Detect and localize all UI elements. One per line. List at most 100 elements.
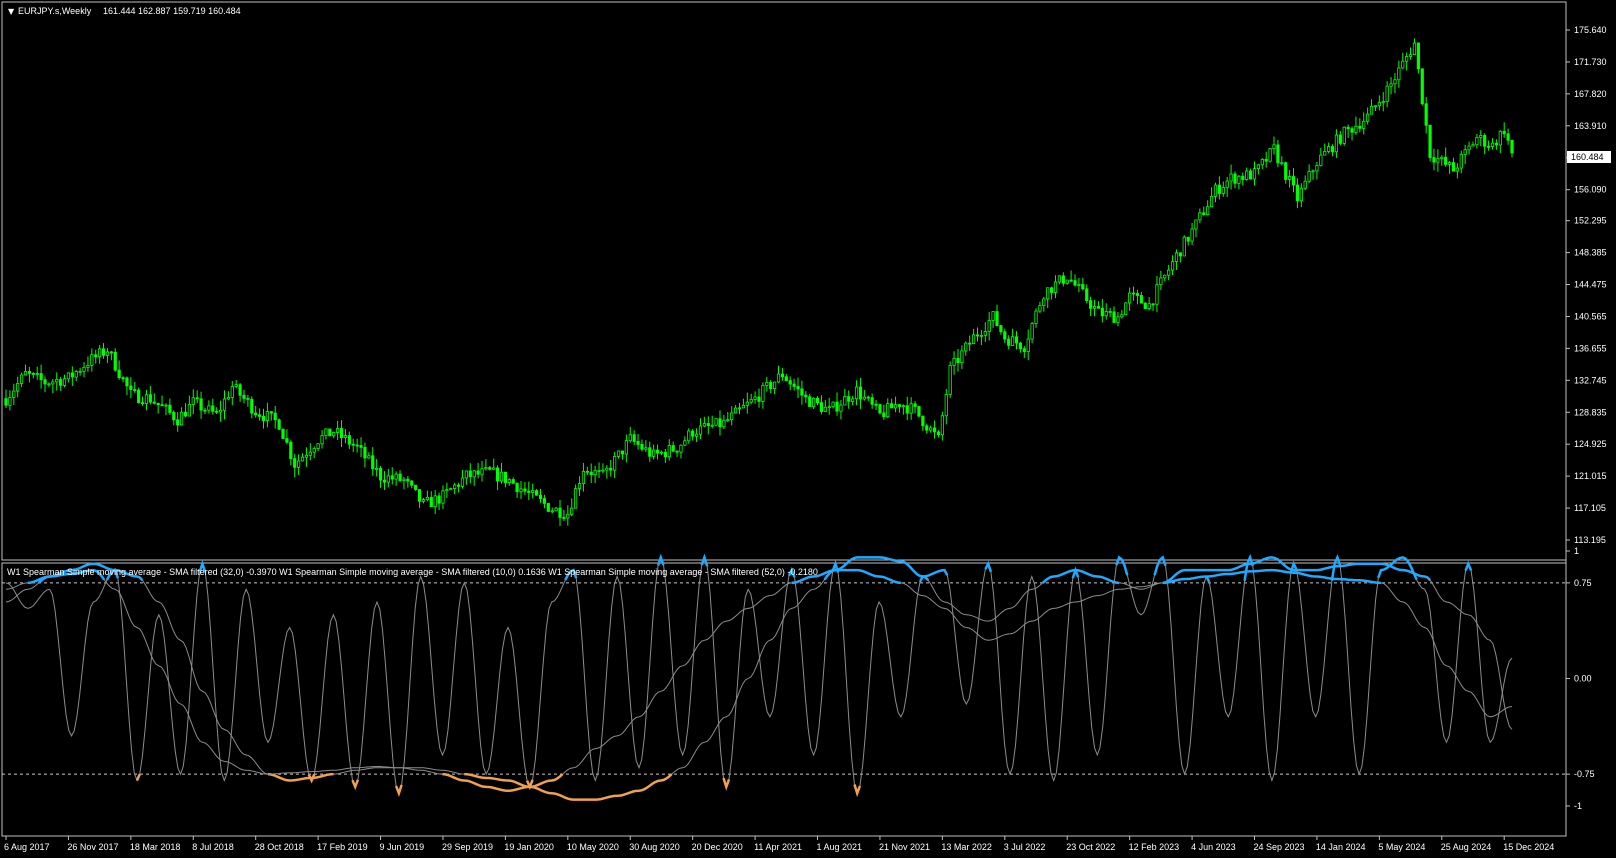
candle-body [125,377,129,387]
candle-body [1217,184,1221,194]
candle-body [39,373,43,381]
candle-body [390,475,394,480]
candle-body [78,370,82,373]
time-tick-label: 14 Jan 2024 [1316,842,1366,852]
price-tick-label: 144.475 [1574,280,1607,290]
candle-body [1194,219,1198,230]
candle-body [675,450,679,453]
indicator-panel[interactable] [1,562,1567,837]
candle-body [308,451,312,456]
time-axis: 6 Aug 2017 26 Nov 2017 18 Mar 2018 8 Jul 20… [4,836,1554,852]
price-tick-label: 113.195 [1574,535,1606,545]
candle-body [815,397,820,404]
candle-body [632,434,636,442]
candle-body [238,384,242,396]
candle-body [956,358,960,364]
candle-body [1198,212,1202,221]
candle-body [1510,139,1514,154]
candle-body [1506,133,1510,141]
candle-body [1338,134,1342,144]
candle-body [1311,170,1315,173]
candle-body [671,445,675,452]
candle-body [1268,148,1272,162]
candle-body [414,484,418,490]
candle-body [168,404,172,413]
candle-body [1288,176,1292,180]
candle-body [1057,275,1062,283]
candle-body [691,430,695,437]
candle-body [1003,331,1007,340]
candle-body [1264,158,1268,162]
candle-body [82,366,86,372]
candle-body [940,415,944,436]
candle-body [593,470,597,475]
candle-body [659,451,664,454]
candle-body [979,334,983,337]
candle-body [1014,336,1019,344]
candle-body [156,402,160,406]
candle-body [718,418,722,428]
candle-body [1303,180,1307,189]
time-tick-label: 13 Mar 2022 [941,842,992,852]
candle-body [1252,168,1257,180]
candle-body [1307,171,1311,182]
candle-body [1174,252,1179,262]
candle-body [121,377,125,380]
candle-body [1346,126,1350,130]
candle-body [749,398,753,403]
candle-body [960,350,964,364]
candle-body [1295,184,1300,202]
time-tick-label: 28 Oct 2018 [255,842,304,852]
time-tick-label: 26 Nov 2017 [67,842,118,852]
candle-body [8,397,12,406]
price-tick-label: 152.295 [1574,216,1607,226]
candle-body [753,396,757,400]
candle-body [386,475,390,483]
candle-body [769,382,773,390]
symbol-title: EURJPY.s,Weekly [18,6,92,16]
candle-body [995,311,999,326]
candle-body [98,348,102,358]
candle-body [1428,124,1432,158]
candle-body [43,379,47,385]
candle-body [289,441,293,459]
indicator-axis: 1 0.75 0.00 -0.75 -1 [1566,546,1595,811]
candle-body [484,467,488,470]
candle-body [1463,149,1467,155]
candle-body [964,342,968,352]
candle-body [226,397,230,400]
candle-body [437,495,441,504]
candle-body [51,381,55,385]
candle-body [1034,310,1038,324]
candle-body [503,471,507,484]
candle-body [90,354,94,366]
candle-body [1131,292,1136,295]
trading-chart[interactable]: 175.640171.730167.820163.910160.000156.0… [0,0,1616,858]
indicator-tick-label: -1 [1574,801,1582,811]
candle-body [1319,154,1323,166]
candle-body [812,397,816,407]
candle-body [1167,269,1171,276]
candle-body [929,427,933,431]
candle-body [394,473,398,480]
candle-body [1447,162,1452,165]
candle-body [1050,287,1054,293]
candle-body [410,480,414,486]
candle-body [1116,316,1120,323]
candle-body [105,351,110,356]
candle-body [776,373,781,383]
candle-body [1128,292,1132,304]
candle-body [839,404,843,412]
price-tick-label: 140.565 [1574,311,1607,321]
ohlc-values: 161.444 162.887 159.719 160.484 [103,6,241,16]
time-tick-label: 11 Apr 2021 [754,842,802,852]
candle-body [1069,279,1073,282]
candle-body [765,382,769,386]
candle-body [261,416,266,421]
price-tick-label: 117.105 [1574,503,1606,513]
price-panel[interactable] [1,1,1567,561]
candle-body [687,430,691,442]
candle-body [1272,144,1276,149]
candle-body [109,351,113,354]
dropdown-arrow-icon[interactable]: ▼ [8,7,15,16]
